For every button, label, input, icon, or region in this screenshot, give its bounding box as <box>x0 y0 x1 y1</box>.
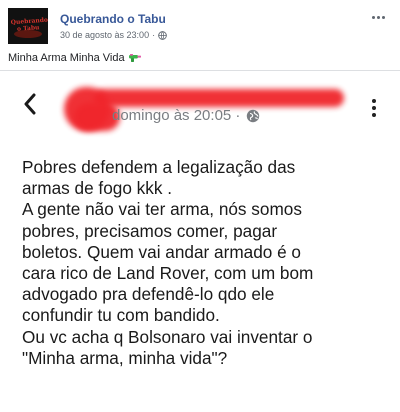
screenshot-timestamp: domingo às 20:05 · <box>112 107 241 124</box>
post-header: Quebrando o Tabu Quebrando o Tabu 30 de … <box>8 8 392 44</box>
avatar-logo-text: Quebrando o Tabu <box>10 16 48 33</box>
embedded-screenshot: domingo às 20:05 · Pobres defendem a leg… <box>0 70 400 412</box>
post-body-text: Pobres defendem a legalização das armas … <box>22 157 314 368</box>
back-arrow-icon[interactable] <box>22 93 38 115</box>
post-meta: 30 de agosto às 23:00 · <box>60 30 167 40</box>
post-timestamp[interactable]: 30 de agosto às 23:00 <box>60 30 149 40</box>
water-gun-icon <box>128 53 142 63</box>
page-name-link[interactable]: Quebrando o Tabu <box>60 12 166 26</box>
redacted-name <box>64 87 344 131</box>
screenshot-time: domingo às 20:05 · <box>112 107 260 124</box>
caption-text: Minha Arma Minha Vida <box>8 52 125 64</box>
post-caption: Minha Arma Minha Vida <box>8 52 142 64</box>
more-options-icon[interactable] <box>372 16 386 22</box>
globe-icon[interactable] <box>158 30 167 40</box>
meta-separator: · <box>152 30 156 40</box>
page-avatar[interactable]: Quebrando o Tabu <box>8 8 48 44</box>
facebook-post: Quebrando o Tabu Quebrando o Tabu 30 de … <box>0 0 400 412</box>
more-options-icon[interactable] <box>372 99 376 117</box>
globe-icon <box>246 109 260 123</box>
